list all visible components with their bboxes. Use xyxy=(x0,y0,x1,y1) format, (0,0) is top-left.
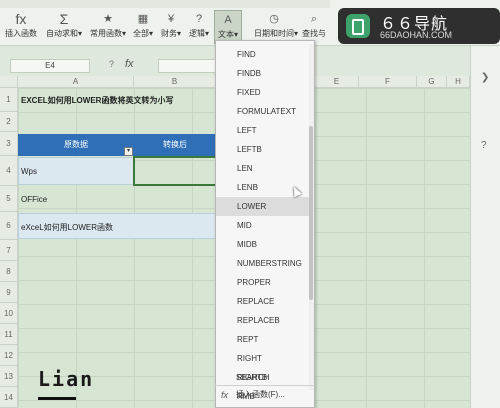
corner-cell[interactable] xyxy=(0,76,18,88)
title-strip xyxy=(0,0,330,8)
column-header-f[interactable]: F xyxy=(359,76,417,88)
row-header[interactable]: 4 xyxy=(0,156,18,186)
row-header[interactable]: 10 xyxy=(0,303,18,324)
row-header[interactable]: 14 xyxy=(0,387,18,408)
sigma-icon: Σ xyxy=(59,11,69,27)
menu-item-mid[interactable]: MID xyxy=(216,216,312,235)
question-icon: ? xyxy=(195,13,203,25)
fx-icon[interactable]: fx xyxy=(125,58,134,70)
menu-item-replaceb[interactable]: REPLACEB xyxy=(216,311,312,330)
title-cell[interactable]: EXCEL如何用LOWER函数将英文转为小写 xyxy=(21,95,173,106)
row-header[interactable]: 11 xyxy=(0,324,18,345)
search-icon: ⌕ xyxy=(310,13,318,25)
row-header[interactable]: 7 xyxy=(0,240,18,261)
menu-item-right[interactable]: RIGHT xyxy=(216,349,312,368)
lian-logo: Lian xyxy=(38,367,95,391)
header-source-cell[interactable]: 原数据 xyxy=(18,134,134,156)
row-header[interactable]: 5 xyxy=(0,186,18,212)
fx-icon: fx xyxy=(221,390,229,400)
autosum-button[interactable]: Σ 自动求和▾ xyxy=(44,10,84,44)
text-functions-dropdown: FIND FINDB FIXED FORMULATEXT LEFT LEFTB … xyxy=(215,40,315,408)
all-functions-button[interactable]: ▦ 全部▾ xyxy=(130,10,156,44)
row-header[interactable]: 1 xyxy=(0,88,18,112)
row-header[interactable]: 8 xyxy=(0,261,18,282)
name-box[interactable]: E4 xyxy=(10,59,90,73)
menu-item-find[interactable]: FIND xyxy=(216,45,312,64)
row-header[interactable]: 9 xyxy=(0,282,18,303)
row-header[interactable]: 6 xyxy=(0,212,18,240)
column-header-e[interactable]: E xyxy=(315,76,359,88)
star-icon: ★ xyxy=(103,13,113,25)
menu-item-proper[interactable]: PROPER xyxy=(216,273,312,292)
financial-button[interactable]: ¥ 财务▾ xyxy=(158,10,184,44)
menu-item-findb[interactable]: FINDB xyxy=(216,64,312,83)
row-header[interactable]: 13 xyxy=(0,366,18,387)
watermark-domain: 66DAOHAN.COM xyxy=(380,30,453,40)
menu-item-rept[interactable]: REPT xyxy=(216,330,312,349)
column-header-g[interactable]: G xyxy=(417,76,447,88)
clock-icon: ◷ xyxy=(269,13,279,25)
lookup-button[interactable]: ⌕ 查找与 xyxy=(298,10,330,44)
logo-underline xyxy=(38,397,76,400)
menu-item-left[interactable]: LEFT xyxy=(216,121,312,140)
menu-item-leftb[interactable]: LEFTB xyxy=(216,140,312,159)
source-value-r5[interactable]: OFFice xyxy=(21,195,47,204)
text-functions-button[interactable]: A 文本▾ xyxy=(214,10,242,44)
text-icon: A xyxy=(224,14,232,26)
grid-icon: ▦ xyxy=(137,13,149,25)
watermark-badge: ６６导航 66DAOHAN.COM xyxy=(338,8,500,44)
column-header-h[interactable]: H xyxy=(447,76,470,88)
row-header[interactable]: 3 xyxy=(0,132,18,156)
row-header[interactable]: 2 xyxy=(0,112,18,132)
insert-function-menu-item[interactable]: fx 插入函数(F)... xyxy=(215,385,315,403)
source-value-r4: Wps xyxy=(21,167,37,176)
filter-dropdown-icon[interactable]: ▾ xyxy=(124,147,133,156)
formula-input[interactable] xyxy=(158,59,216,73)
menu-item-formulatext[interactable]: FORMULATEXT xyxy=(216,102,312,121)
menu-item-replace[interactable]: REPLACE xyxy=(216,292,312,311)
zoom-icon[interactable]: ? xyxy=(109,59,114,69)
yen-icon: ¥ xyxy=(167,13,175,25)
logical-button[interactable]: ? 逻辑▾ xyxy=(186,10,212,44)
menu-item-len[interactable]: LEN xyxy=(216,159,312,178)
menu-scrollbar-thumb[interactable] xyxy=(309,126,313,300)
collapse-arrow-icon[interactable]: ❯ xyxy=(481,72,489,83)
common-functions-button[interactable]: ★ 常用函数▾ xyxy=(88,10,128,44)
column-header-b[interactable]: B xyxy=(134,76,216,88)
right-sidebar: ❯ ? xyxy=(470,46,500,408)
watermark-logo-icon xyxy=(346,14,370,38)
selected-cell-b4[interactable] xyxy=(133,156,217,186)
menu-item-fixed[interactable]: FIXED xyxy=(216,83,312,102)
row-header[interactable]: 12 xyxy=(0,345,18,366)
datetime-button[interactable]: ◷ 日期和时间▾ xyxy=(254,10,298,44)
help-icon[interactable]: ? xyxy=(481,140,487,151)
insert-function-button[interactable]: fx 插入函数 xyxy=(4,10,38,44)
column-header-a[interactable]: A xyxy=(18,76,134,88)
fx-icon: fx xyxy=(15,11,27,27)
menu-item-midb[interactable]: MIDB xyxy=(216,235,312,254)
menu-item-numberstring[interactable]: NUMBERSTRING xyxy=(216,254,312,273)
source-value-r6: eXceL如何用LOWER函数 xyxy=(21,223,114,232)
header-result-cell[interactable]: 转换后 xyxy=(134,134,216,156)
menu-item-lower[interactable]: LOWER xyxy=(216,197,312,216)
